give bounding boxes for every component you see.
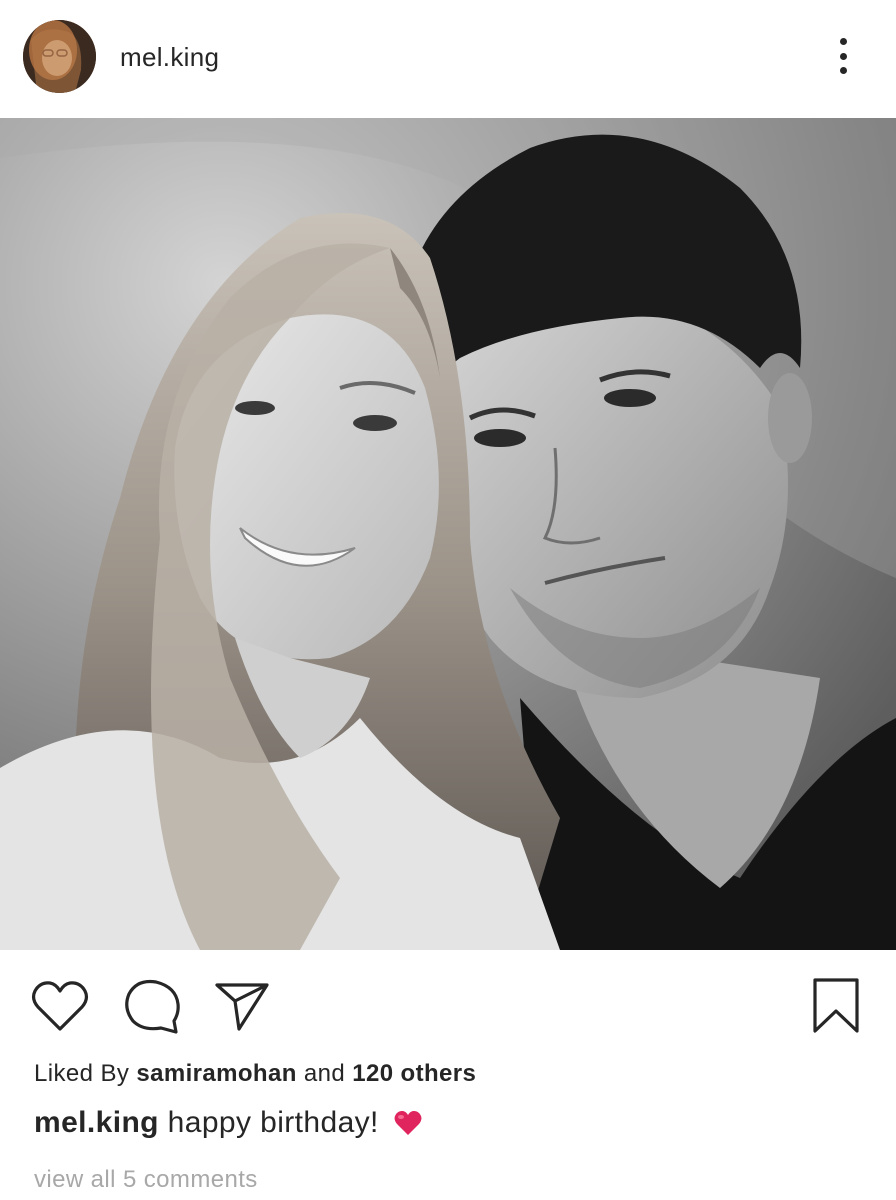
post-photo[interactable] bbox=[0, 118, 896, 950]
author-username[interactable]: mel.king bbox=[120, 40, 219, 74]
likes-others-count[interactable]: 120 others bbox=[352, 1060, 476, 1087]
paper-plane-icon[interactable] bbox=[212, 976, 272, 1036]
post-caption: mel.king happy birthday! bbox=[34, 1103, 422, 1147]
action-bar bbox=[0, 960, 896, 1050]
post-header: mel.king bbox=[0, 0, 896, 118]
likes-summary[interactable]: Liked By samiramohan and 120 others bbox=[34, 1058, 476, 1090]
likes-joiner: and bbox=[303, 1060, 346, 1087]
comment-bubble-icon[interactable] bbox=[122, 976, 182, 1036]
caption-author[interactable]: mel.king bbox=[34, 1106, 159, 1139]
heart-outline-icon[interactable] bbox=[30, 976, 90, 1036]
likes-prefix: Liked By bbox=[34, 1060, 130, 1087]
red-heart-icon bbox=[394, 1107, 422, 1147]
liker-username[interactable]: samiramohan bbox=[136, 1060, 296, 1087]
caption-text: happy birthday! bbox=[167, 1106, 379, 1139]
view-all-comments-link[interactable]: view all 5 comments bbox=[34, 1164, 258, 1196]
more-options-icon[interactable] bbox=[826, 34, 860, 78]
author-avatar[interactable] bbox=[23, 20, 96, 93]
bookmark-outline-icon[interactable] bbox=[806, 976, 866, 1036]
